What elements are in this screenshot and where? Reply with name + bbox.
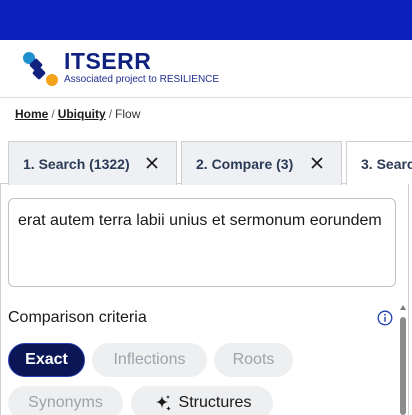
panel-border-left xyxy=(0,184,1,415)
criteria-chip-inflections[interactable]: Inflections xyxy=(92,343,207,377)
info-icon[interactable] xyxy=(377,310,393,326)
logo-subtitle: Associated project to RESILIENCE xyxy=(64,74,220,85)
tab-label: 1. Search (1322) xyxy=(23,155,130,172)
tab-label: 3. Searc xyxy=(361,155,412,172)
breadcrumb-ubiquity[interactable]: Ubiquity xyxy=(58,107,106,121)
close-icon[interactable] xyxy=(309,155,325,171)
criteria-chip-roots[interactable]: Roots xyxy=(214,343,293,377)
chip-label: Structures xyxy=(178,394,252,411)
sparkle-icon xyxy=(155,395,171,411)
breadcrumb-current: Flow xyxy=(115,107,141,121)
comparison-criteria-heading: Comparison criteria xyxy=(8,309,147,326)
scroll-up-arrow-icon[interactable] xyxy=(400,305,406,310)
criteria-chip-synonyms[interactable]: Synonyms xyxy=(8,386,123,415)
criteria-chip-exact[interactable]: Exact xyxy=(8,343,85,377)
tab-compare[interactable]: 2. Compare (3) xyxy=(181,141,342,185)
breadcrumb-separator: / xyxy=(108,107,113,121)
tab-label: 2. Compare (3) xyxy=(196,155,294,172)
panel-border-right xyxy=(408,184,409,415)
breadcrumb-home[interactable]: Home xyxy=(15,107,48,121)
top-bar xyxy=(0,0,412,40)
breadcrumb-separator: / xyxy=(51,107,55,121)
scrollbar[interactable] xyxy=(399,305,408,415)
criteria-chip-structures[interactable]: Structures xyxy=(131,386,273,415)
scroll-thumb[interactable] xyxy=(400,317,406,415)
breadcrumb: Home / Ubiquity / Flow xyxy=(15,107,140,121)
query-text-box[interactable]: erat autem terra labii unius et sermonum… xyxy=(8,198,396,287)
tab-search[interactable]: 1. Search (1322) xyxy=(8,141,177,185)
itserr-logo-icon[interactable] xyxy=(22,51,62,91)
site-header: ITSERR Associated project to RESILIENCE xyxy=(0,40,412,98)
tab-search-active[interactable]: 3. Searc xyxy=(346,141,412,185)
close-icon[interactable] xyxy=(144,155,160,171)
logo-title: ITSERR xyxy=(64,48,152,74)
